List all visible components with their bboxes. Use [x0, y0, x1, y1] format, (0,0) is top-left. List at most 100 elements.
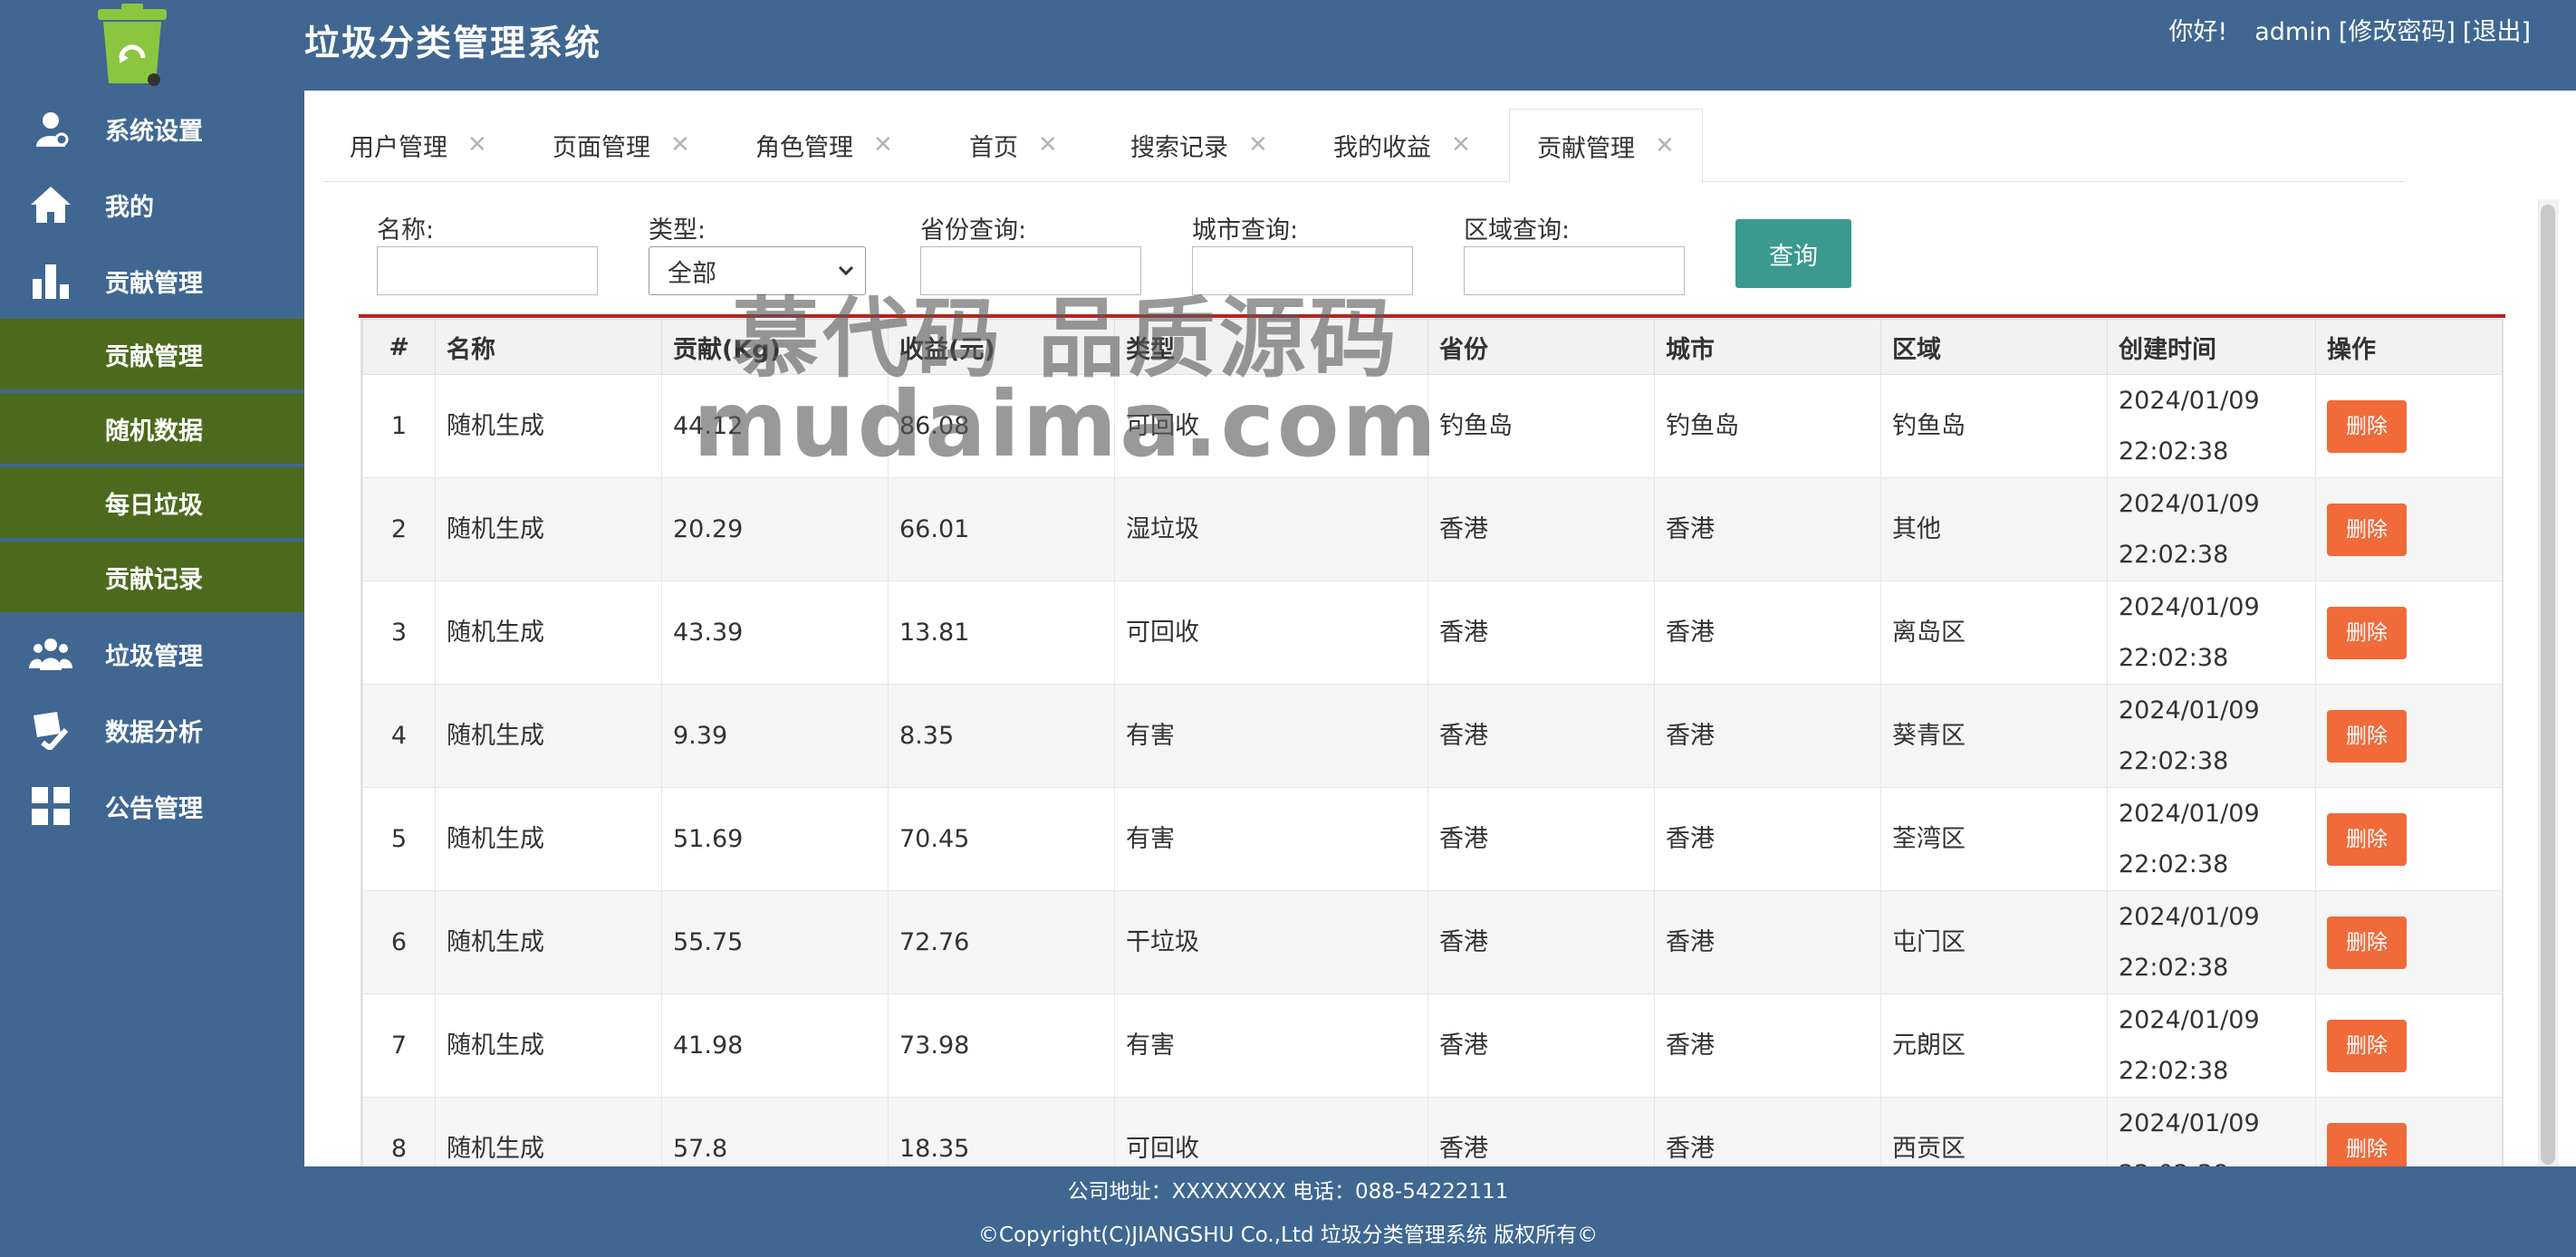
- cell-city: 香港: [1654, 581, 1881, 685]
- delete-button[interactable]: 删除: [2327, 916, 2407, 969]
- tab-label: 页面管理: [553, 133, 650, 162]
- type-filter-select[interactable]: 全部: [649, 246, 866, 295]
- col-header-index: #: [362, 319, 436, 375]
- sidebar: 系统设置 我的 贡献管理 贡献管理 随机数据 每日垃圾 贡献记录 垃圾管理 数据…: [0, 91, 304, 1166]
- table-row: 3 随机生成 43.39 13.81 可回收 香港 香港 离岛区 2024/01/09 22:02…: [362, 581, 2502, 685]
- user-settings-icon: [29, 107, 72, 150]
- tab-user-manage[interactable]: 用户管理 ✕: [350, 109, 487, 181]
- district-filter-input[interactable]: [1464, 246, 1685, 295]
- tab-search-record[interactable]: 搜索记录 ✕: [1130, 109, 1268, 181]
- cell-name: 随机生成: [435, 1097, 662, 1166]
- cell-type: 可回收: [1114, 1097, 1428, 1166]
- tab-label: 搜索记录: [1130, 133, 1228, 162]
- tab-home[interactable]: 首页 ✕: [969, 109, 1058, 181]
- city-filter-input[interactable]: [1192, 246, 1413, 295]
- footer: 公司地址：XXXXXXXX 电话：088-54222111 ©Copyright…: [0, 1166, 2576, 1257]
- col-header-created-time: 创建时间: [2107, 319, 2316, 375]
- cell-created-time: 2024/01/09 22:02:38: [2107, 581, 2316, 685]
- analysis-icon: [29, 708, 72, 752]
- sidebar-subitem-random-data[interactable]: 随机数据: [0, 393, 304, 465]
- created-time: 22:02:38: [2119, 540, 2229, 569]
- created-time: 22:02:38: [2119, 1056, 2229, 1085]
- sidebar-subitem-daily-garbage[interactable]: 每日垃圾: [0, 467, 304, 540]
- delete-button[interactable]: 删除: [2327, 709, 2407, 763]
- table-row: 1 随机生成 44.12 86.08 可回收 钓鱼岛 钓鱼岛 钓鱼岛 2024/01/09 22:…: [362, 374, 2502, 478]
- cell-index: 2: [362, 477, 436, 581]
- cell-created-time: 2024/01/09 22:02:38: [2107, 374, 2316, 478]
- table-row: 8随机生成57.818.35可回收香港香港西贡区2024/01/0922:02:…: [362, 1097, 2502, 1166]
- cell-contribution: 9.39: [661, 684, 889, 788]
- sidebar-item-garbage[interactable]: 垃圾管理: [0, 616, 304, 692]
- name-filter-input[interactable]: [377, 246, 598, 295]
- sidebar-item-contribution[interactable]: 贡献管理: [0, 243, 304, 319]
- sidebar-item-mine[interactable]: 我的: [0, 167, 304, 243]
- sidebar-item-system-settings[interactable]: 系统设置: [0, 91, 304, 167]
- close-icon[interactable]: ✕: [1038, 131, 1058, 158]
- cell-created-time: 2024/01/09 22:02:38: [2107, 787, 2316, 891]
- cell-province: 香港: [1427, 581, 1655, 685]
- tab-contribution-manage[interactable]: 贡献管理 ✕: [1509, 109, 1703, 183]
- cell-type: 可回收: [1114, 374, 1428, 478]
- cell-city: 香港: [1654, 890, 1881, 994]
- type-filter-value: 全部: [668, 259, 716, 288]
- close-icon[interactable]: ✕: [670, 131, 690, 158]
- group-icon: [29, 632, 72, 676]
- delete-button[interactable]: 删除: [2327, 812, 2407, 866]
- tab-page-manage[interactable]: 页面管理 ✕: [553, 109, 690, 181]
- cell-province: 香港: [1427, 787, 1655, 891]
- cell-income: 8.35: [888, 684, 1115, 788]
- sidebar-subitem-contribution-record[interactable]: 贡献记录: [0, 542, 304, 614]
- delete-button[interactable]: 删除: [2327, 503, 2407, 556]
- logout-link[interactable]: [退出]: [2463, 18, 2531, 46]
- cell-type: 湿垃圾: [1114, 477, 1428, 581]
- footer-copyright: ©Copyright(C)JIANGSHU Co.,Ltd 垃圾分类管理系统 版…: [977, 1223, 1599, 1247]
- query-button[interactable]: 查询: [1735, 219, 1851, 288]
- cell-province: 香港: [1427, 684, 1655, 788]
- delete-button[interactable]: 删除: [2327, 606, 2407, 659]
- delete-button[interactable]: 删除: [2327, 1122, 2407, 1166]
- table-row: 7 随机生成 41.98 73.98 有害 香港 香港 元朗区 2024/01/09 22:02:…: [362, 993, 2502, 1098]
- created-time: 22:02:38: [2119, 953, 2229, 982]
- cell-city: 钓鱼岛: [1654, 374, 1881, 478]
- col-header-actions: 操作: [2315, 319, 2502, 375]
- tab-role-manage[interactable]: 角色管理 ✕: [755, 109, 893, 181]
- type-filter-label: 类型:: [649, 216, 706, 245]
- name-filter-label: 名称:: [377, 216, 435, 245]
- cell-city: 香港: [1654, 684, 1881, 788]
- sidebar-item-announcement[interactable]: 公告管理: [0, 768, 304, 844]
- cell-province: 香港: [1427, 1097, 1655, 1166]
- tab-my-income[interactable]: 我的收益 ✕: [1333, 109, 1471, 181]
- change-password-link[interactable]: [修改密码]: [2339, 18, 2456, 46]
- close-icon[interactable]: ✕: [467, 131, 487, 158]
- close-icon[interactable]: ✕: [873, 131, 893, 158]
- sidebar-subitem-contribution-manage[interactable]: 贡献管理: [0, 319, 304, 391]
- cell-contribution: 55.75: [661, 890, 889, 994]
- cell-city: 香港: [1654, 993, 1881, 1098]
- cell-income: 66.01: [888, 477, 1115, 581]
- user-area: 你好! admin [修改密码] [退出]: [2168, 14, 2531, 51]
- cell-district: 西贡区: [1880, 1097, 2108, 1166]
- cell-created-time: 2024/01/09 22:02:38: [2107, 684, 2316, 788]
- delete-button[interactable]: 删除: [2327, 399, 2407, 453]
- cell-type: 干垃圾: [1114, 890, 1428, 994]
- scrollbar-thumb[interactable]: [2541, 205, 2555, 1165]
- tab-label: 用户管理: [350, 133, 447, 162]
- created-date: 2024/01/09: [2119, 1108, 2260, 1137]
- app-title: 垃圾分类管理系统: [304, 24, 602, 64]
- province-filter-label: 省份查询:: [920, 216, 1027, 245]
- close-icon[interactable]: ✕: [1451, 131, 1471, 158]
- home-icon: [29, 183, 72, 226]
- close-icon[interactable]: ✕: [1248, 131, 1268, 158]
- cell-name: 随机生成: [435, 684, 662, 788]
- col-header-income: 收益(元): [888, 319, 1115, 375]
- created-time: 22:02:38: [2119, 437, 2229, 465]
- province-filter-input[interactable]: [920, 246, 1141, 295]
- cell-actions: 删除: [2315, 477, 2502, 581]
- table-row: 6 随机生成 55.75 72.76 干垃圾 香港 香港 屯门区 2024/01/09 22:02…: [362, 890, 2502, 994]
- cell-income: 70.45: [888, 787, 1115, 891]
- delete-button[interactable]: 删除: [2327, 1019, 2407, 1072]
- cell-name: 随机生成: [435, 993, 662, 1098]
- close-icon[interactable]: ✕: [1655, 132, 1675, 159]
- cell-index: 4: [362, 684, 436, 788]
- sidebar-item-analysis[interactable]: 数据分析: [0, 692, 304, 768]
